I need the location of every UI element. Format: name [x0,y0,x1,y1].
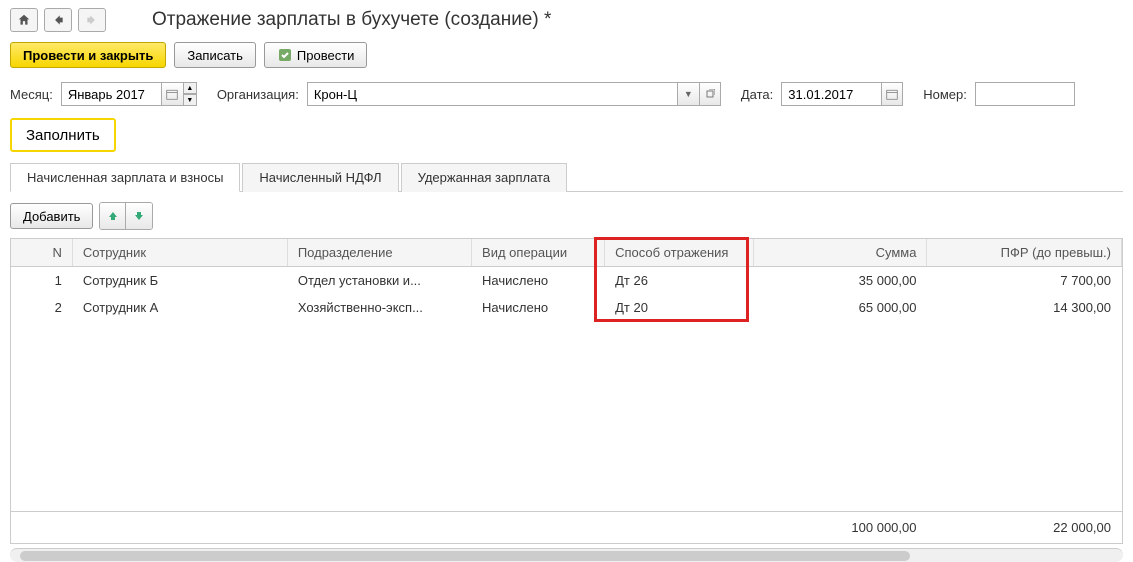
date-input[interactable] [781,82,881,106]
page-title: Отражение зарплаты в бухучете (создание)… [152,9,551,31]
cell-employee: Сотрудник А [72,294,287,321]
post-close-button[interactable]: Провести и закрыть [10,42,166,68]
tab-withheld[interactable]: Удержанная зарплата [401,163,567,192]
cell-department: Отдел установки и... [287,267,471,295]
horizontal-scrollbar[interactable] [10,548,1123,562]
tab-ndfl[interactable]: Начисленный НДФЛ [242,163,398,192]
scrollbar-thumb[interactable] [20,551,910,561]
calendar-icon [886,88,898,100]
cell-n: 2 [11,294,72,321]
month-label: Месяц: [10,87,53,102]
total-sum: 100 000,00 [753,512,927,544]
cell-department: Хозяйственно-эксп... [287,294,471,321]
chevron-down-icon: ▼ [684,89,693,99]
col-header-pfr[interactable]: ПФР (до превыш.) [927,239,1122,267]
col-header-operation[interactable]: Вид операции [472,239,605,267]
tab-salary-contributions[interactable]: Начисленная зарплата и взносы [10,163,240,192]
total-pfr: 22 000,00 [927,512,1122,544]
arrow-down-icon [133,210,145,222]
totals-row: 100 000,00 22 000,00 [11,512,1122,544]
month-spinner[interactable]: ▲▼ [183,82,197,106]
org-input[interactable] [307,82,677,106]
col-header-n[interactable]: N [11,239,72,267]
tabs: Начисленная зарплата и взносы Начисленны… [10,162,1123,192]
table-row[interactable]: 1Сотрудник БОтдел установки и...Начислен… [11,267,1122,295]
date-label: Дата: [741,87,773,102]
col-header-sum[interactable]: Сумма [753,239,927,267]
move-up-button[interactable] [100,203,126,229]
cell-method: Дт 26 [605,267,753,295]
col-header-department[interactable]: Подразделение [287,239,471,267]
cell-pfr: 14 300,00 [927,294,1122,321]
org-dropdown-button[interactable]: ▼ [677,82,699,106]
org-open-button[interactable] [699,82,721,106]
date-calendar-button[interactable] [881,82,903,106]
forward-button[interactable] [78,8,106,32]
month-calendar-button[interactable] [161,82,183,106]
cell-sum: 35 000,00 [753,267,927,295]
number-label: Номер: [923,87,967,102]
data-grid: N Сотрудник Подразделение Вид операции С… [11,239,1122,321]
cell-n: 1 [11,267,72,295]
open-icon [705,89,715,99]
cell-pfr: 7 700,00 [927,267,1122,295]
save-button[interactable]: Записать [174,42,256,68]
cell-method: Дт 20 [605,294,753,321]
fill-button[interactable]: Заполнить [10,118,116,152]
cell-employee: Сотрудник Б [72,267,287,295]
col-header-employee[interactable]: Сотрудник [72,239,287,267]
arrow-up-icon [107,210,119,222]
cell-operation: Начислено [472,294,605,321]
post-icon [277,47,293,63]
number-input[interactable] [975,82,1075,106]
cell-operation: Начислено [472,267,605,295]
post-button[interactable]: Провести [264,42,368,68]
add-row-button[interactable]: Добавить [10,203,93,229]
cell-sum: 65 000,00 [753,294,927,321]
table-row[interactable]: 2Сотрудник АХозяйственно-эксп...Начислен… [11,294,1122,321]
org-label: Организация: [217,87,299,102]
calendar-icon [166,88,178,100]
back-button[interactable] [44,8,72,32]
col-header-method[interactable]: Способ отражения [605,239,753,267]
home-button[interactable] [10,8,38,32]
move-down-button[interactable] [126,203,152,229]
month-input[interactable] [61,82,161,106]
